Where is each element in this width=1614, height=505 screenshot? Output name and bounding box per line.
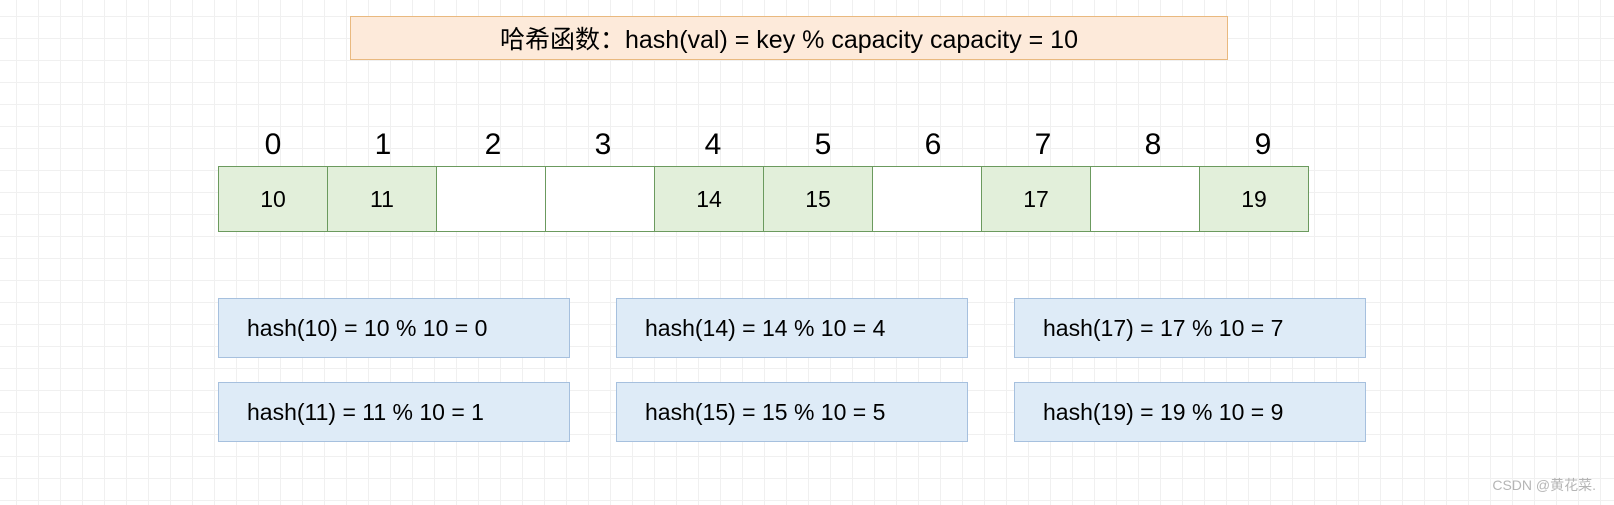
index-label: 1 bbox=[328, 128, 438, 162]
calc-box: hash(10) = 10 % 10 = 0 bbox=[218, 298, 570, 358]
calc-box: hash(11) = 11 % 10 = 1 bbox=[218, 382, 570, 442]
calc-row: hash(11) = 11 % 10 = 1 hash(15) = 15 % 1… bbox=[218, 382, 1366, 442]
array-cell: 17 bbox=[981, 166, 1091, 232]
array-cell bbox=[872, 166, 982, 232]
cell-row: 10 11 14 15 17 19 bbox=[218, 166, 1318, 232]
calc-row: hash(10) = 10 % 10 = 0 hash(14) = 14 % 1… bbox=[218, 298, 1366, 358]
index-label: 5 bbox=[768, 128, 878, 162]
array-cell bbox=[1090, 166, 1200, 232]
calc-box: hash(17) = 17 % 10 = 7 bbox=[1014, 298, 1366, 358]
calc-text: hash(15) = 15 % 10 = 5 bbox=[645, 399, 885, 426]
array-cell bbox=[436, 166, 546, 232]
array-cell: 19 bbox=[1199, 166, 1309, 232]
calculation-grid: hash(10) = 10 % 10 = 0 hash(14) = 14 % 1… bbox=[218, 298, 1366, 466]
hash-function-header: 哈希函数：hash(val) = key % capacity capacity… bbox=[350, 16, 1228, 60]
index-label: 6 bbox=[878, 128, 988, 162]
calc-text: hash(10) = 10 % 10 = 0 bbox=[247, 315, 487, 342]
index-label: 8 bbox=[1098, 128, 1208, 162]
array-cell: 15 bbox=[763, 166, 873, 232]
calc-text: hash(17) = 17 % 10 = 7 bbox=[1043, 315, 1283, 342]
array-cell bbox=[545, 166, 655, 232]
header-text: 哈希函数：hash(val) = key % capacity capacity… bbox=[500, 20, 1078, 56]
index-label: 9 bbox=[1208, 128, 1318, 162]
calc-text: hash(11) = 11 % 10 = 1 bbox=[247, 399, 484, 426]
index-label: 3 bbox=[548, 128, 658, 162]
index-label: 4 bbox=[658, 128, 768, 162]
calc-box: hash(15) = 15 % 10 = 5 bbox=[616, 382, 968, 442]
index-label: 7 bbox=[988, 128, 1098, 162]
calc-text: hash(19) = 19 % 10 = 9 bbox=[1043, 399, 1283, 426]
array-cell: 11 bbox=[327, 166, 437, 232]
calc-box: hash(19) = 19 % 10 = 9 bbox=[1014, 382, 1366, 442]
watermark: CSDN @黄花菜. bbox=[1492, 475, 1596, 495]
index-label: 0 bbox=[218, 128, 328, 162]
index-label: 2 bbox=[438, 128, 548, 162]
index-row: 0 1 2 3 4 5 6 7 8 9 bbox=[218, 128, 1318, 162]
calc-box: hash(14) = 14 % 10 = 4 bbox=[616, 298, 968, 358]
hash-array: 0 1 2 3 4 5 6 7 8 9 10 11 14 15 17 19 bbox=[218, 128, 1318, 232]
calc-text: hash(14) = 14 % 10 = 4 bbox=[645, 315, 885, 342]
array-cell: 14 bbox=[654, 166, 764, 232]
array-cell: 10 bbox=[218, 166, 328, 232]
